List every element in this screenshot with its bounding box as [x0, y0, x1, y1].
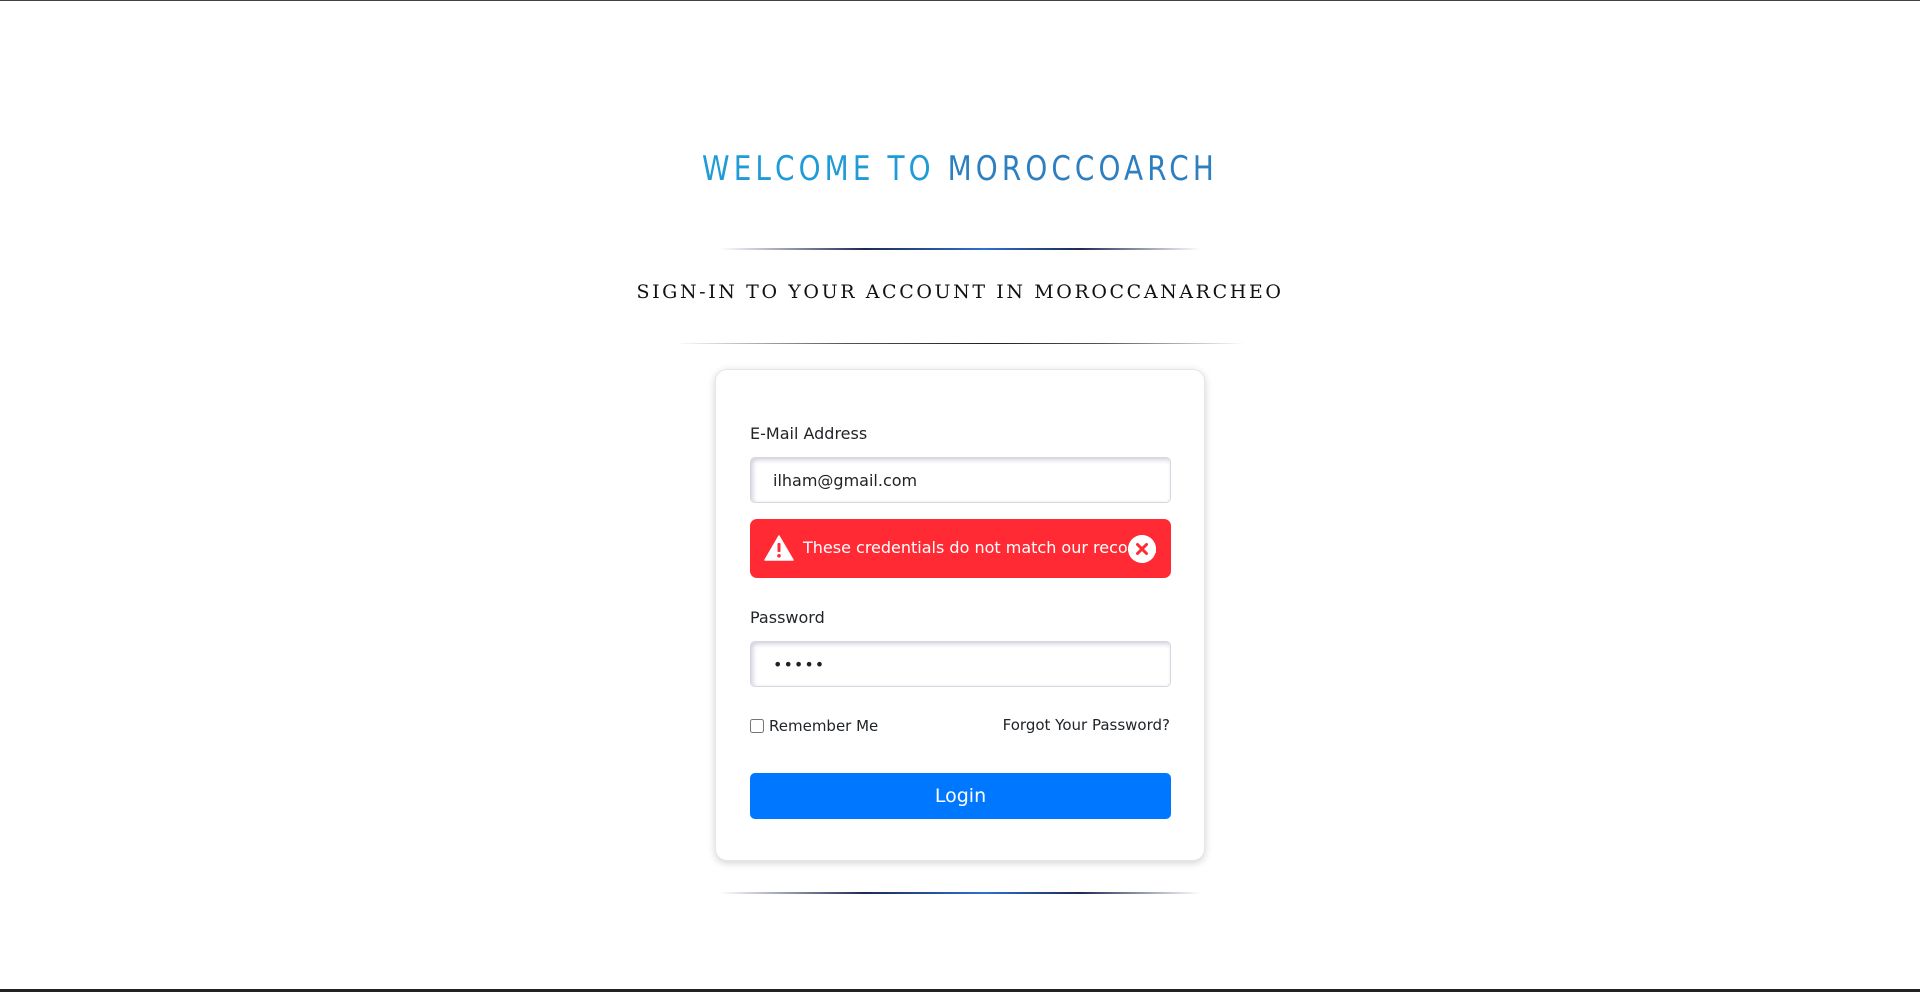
remember-me-label: Remember Me — [769, 717, 879, 735]
error-message: These credentials do not match our recor… — [803, 538, 1158, 557]
email-field[interactable] — [750, 457, 1171, 503]
welcome-title-prefix: WELCOME TO — [702, 149, 948, 189]
forgot-password-link[interactable]: Forgot Your Password? — [1003, 716, 1170, 734]
password-field[interactable] — [750, 641, 1171, 687]
warning-icon — [764, 535, 794, 561]
subtitle-divider — [675, 343, 1245, 344]
email-label: E-Mail Address — [750, 424, 868, 443]
login-card: E-Mail Address These credentials do not … — [715, 369, 1205, 861]
signin-subtitle: SIGN-IN TO YOUR ACCOUNT IN MOROCCANARCHE… — [636, 281, 1284, 303]
welcome-title-brand: MOROCCOARCH — [947, 149, 1218, 189]
close-circle-icon[interactable] — [1128, 535, 1156, 563]
top-divider — [720, 248, 1200, 250]
password-label: Password — [750, 608, 825, 627]
bottom-divider — [720, 892, 1200, 894]
welcome-title: WELCOME TO MOROCCOARCH — [173, 149, 1747, 189]
remember-me-checkbox[interactable] — [750, 719, 764, 733]
login-page: WELCOME TO MOROCCOARCH SIGN-IN TO YOUR A… — [0, 0, 1920, 992]
login-button[interactable]: Login — [750, 773, 1171, 819]
remember-me[interactable]: Remember Me — [750, 717, 878, 735]
error-alert: These credentials do not match our recor… — [750, 519, 1171, 578]
